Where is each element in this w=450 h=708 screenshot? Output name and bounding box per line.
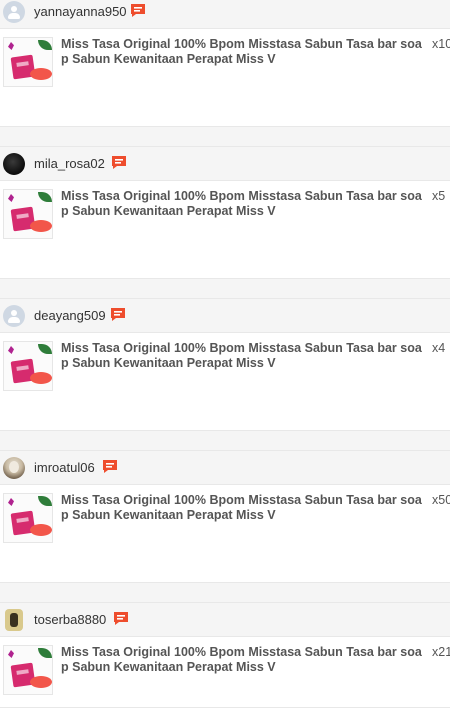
order-item[interactable]: Miss Tasa Original 100% Bpom Misstasa Sa… [0,637,450,708]
avatar[interactable] [5,609,23,631]
chat-icon[interactable] [110,307,126,322]
order-item[interactable]: Miss Tasa Original 100% Bpom Misstasa Sa… [0,29,450,127]
chat-icon[interactable] [111,155,127,170]
product-title[interactable]: Miss Tasa Original 100% Bpom Misstasa Sa… [61,341,429,371]
avatar[interactable] [3,305,25,327]
product-thumbnail[interactable] [3,493,53,543]
buyer-username[interactable]: deayang509 [34,308,106,323]
chat-icon[interactable] [113,611,129,626]
order-header: imroatul06 [0,450,450,485]
order-item[interactable]: Miss Tasa Original 100% Bpom Misstasa Sa… [0,181,450,279]
chat-icon[interactable] [102,459,118,474]
product-thumbnail[interactable] [3,645,53,695]
order-header: yannayanna950 [0,0,450,29]
avatar[interactable] [3,153,25,175]
order-header: toserba8880 [0,602,450,637]
quantity: x10 [432,37,450,51]
order-item[interactable]: Miss Tasa Original 100% Bpom Misstasa Sa… [0,333,450,431]
buyer-username[interactable]: imroatul06 [34,460,95,475]
order-item[interactable]: Miss Tasa Original 100% Bpom Misstasa Sa… [0,485,450,583]
product-title[interactable]: Miss Tasa Original 100% Bpom Misstasa Sa… [61,189,429,219]
product-thumbnail[interactable] [3,341,53,391]
order-header: deayang509 [0,298,450,333]
quantity: x4 [432,341,446,355]
buyer-username[interactable]: yannayanna950 [34,4,127,19]
avatar[interactable] [3,457,25,479]
buyer-username[interactable]: mila_rosa02 [34,156,105,171]
order-header: mila_rosa02 [0,146,450,181]
product-thumbnail[interactable] [3,37,53,87]
buyer-username[interactable]: toserba8880 [34,612,106,627]
avatar[interactable] [3,1,25,23]
product-thumbnail[interactable] [3,189,53,239]
chat-icon[interactable] [130,3,146,18]
product-title[interactable]: Miss Tasa Original 100% Bpom Misstasa Sa… [61,37,429,67]
quantity: x5 [432,189,446,203]
quantity: x21 [432,645,450,659]
product-title[interactable]: Miss Tasa Original 100% Bpom Misstasa Sa… [61,493,429,523]
quantity: x50 [432,493,450,507]
product-title[interactable]: Miss Tasa Original 100% Bpom Misstasa Sa… [61,645,429,675]
